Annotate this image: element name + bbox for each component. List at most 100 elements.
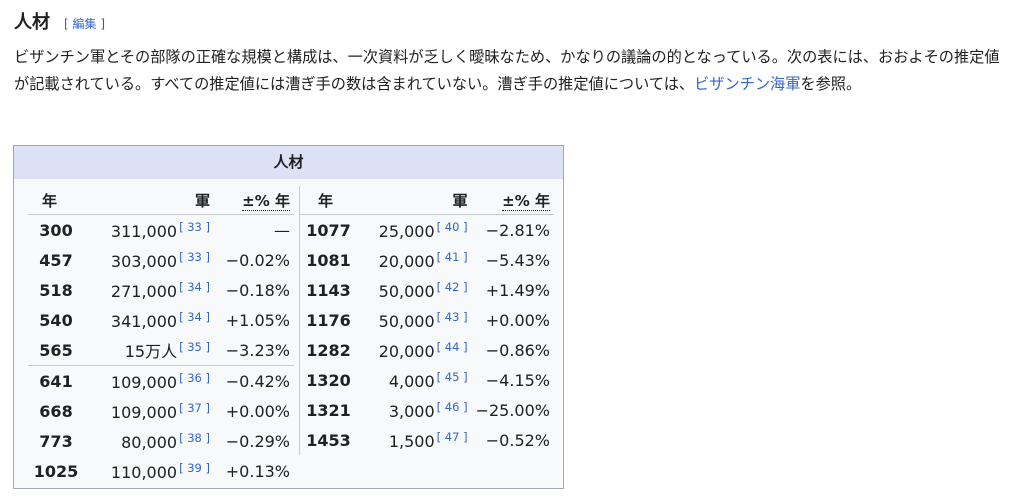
pct-cell: +1.05%	[225, 310, 290, 330]
year-header: 年	[300, 186, 358, 215]
army-value: 80,000	[121, 432, 178, 452]
army-value: 271,000	[110, 281, 178, 301]
reference-link[interactable]: [ 34 ]	[179, 310, 210, 324]
reference-link[interactable]: [ 44 ]	[437, 340, 468, 354]
right-table-body: 1077 25,000[ 40 ] −2.81% 1081 20,000[ 41 ] −5…	[300, 215, 554, 456]
army-value: 4,000	[388, 371, 435, 391]
army-value: 1,500	[388, 431, 435, 451]
edit-bracket-open: [	[64, 17, 69, 31]
pct-cell: −0.18%	[225, 280, 290, 300]
army-value: 311,000	[110, 221, 178, 241]
year-cell: 1321	[306, 400, 351, 420]
army-value: 109,000	[110, 402, 178, 422]
pct-header: ±% 年	[214, 186, 294, 215]
table-row: 1453 1,500[ 47 ] −0.52%	[300, 425, 554, 455]
section-title: 人材	[14, 12, 50, 33]
reference-link[interactable]: [ 38 ]	[179, 431, 210, 445]
year-cell: 565	[39, 340, 73, 360]
reference-link[interactable]: [ 39 ]	[179, 461, 210, 475]
army-cell: 303,000[ 33 ]	[84, 245, 214, 275]
army-value: 303,000	[110, 251, 178, 271]
reference-link[interactable]: [ 46 ]	[437, 400, 468, 414]
left-table-body: 300 311,000[ 33 ] —457 303,000[ 33 ] −0.02% 5…	[28, 215, 294, 487]
table-row: 1143 50,000[ 42 ] +1.49%	[300, 275, 554, 305]
year-header: 年	[28, 186, 84, 215]
pct-header: ±% 年	[471, 186, 554, 215]
intro-paragraph: ビザンチン軍とその部隊の正確な規模と構成は、一次資料が乏しく曖昧なため、かなりの…	[14, 44, 1014, 98]
edit-section: [ 編集 ]	[64, 15, 105, 32]
army-cell: 20,000[ 44 ]	[357, 335, 471, 365]
army-cell: 341,000[ 34 ]	[84, 305, 214, 335]
pct-cell: —	[274, 220, 290, 240]
table-header-row: 年 軍 ±% 年	[300, 186, 554, 215]
reference-link[interactable]: [ 34 ]	[179, 280, 210, 294]
year-cell: 1320	[306, 370, 351, 390]
army-value: 25,000	[378, 221, 435, 241]
army-cell: 311,000[ 33 ]	[84, 215, 214, 246]
army-cell: 3,000[ 46 ]	[357, 395, 471, 425]
reference-link[interactable]: [ 33 ]	[179, 220, 210, 234]
year-cell: 1453	[306, 430, 351, 450]
reference-link[interactable]: [ 43 ]	[437, 310, 468, 324]
edit-link[interactable]: 編集	[73, 17, 97, 31]
table-header-row: 年 軍 ±% 年	[28, 186, 294, 215]
reference-link[interactable]: [ 47 ]	[437, 430, 468, 444]
edit-bracket-close: ]	[100, 17, 106, 31]
year-cell: 300	[39, 220, 73, 240]
byzantine-navy-link[interactable]: ビザンチン海軍	[694, 75, 800, 93]
infobox-title: 人材	[14, 146, 563, 179]
army-value: 109,000	[110, 372, 178, 392]
army-value: 110,000	[110, 462, 178, 482]
table-row: 1081 20,000[ 41 ] −5.43%	[300, 245, 554, 275]
table-row: 518 271,000[ 34 ] −0.18%	[28, 275, 294, 305]
year-cell: 773	[39, 431, 73, 451]
year-cell: 1282	[306, 340, 351, 360]
year-cell: 1025	[33, 461, 79, 481]
army-header: 軍	[357, 186, 472, 215]
table-row: 668 109,000[ 37 ] +0.00%	[28, 396, 294, 426]
army-cell: 80,000[ 38 ]	[84, 426, 214, 456]
army-cell: 1,500[ 47 ]	[357, 425, 471, 455]
army-cell: 50,000[ 43 ]	[357, 305, 471, 335]
army-cell: 15万人[ 35 ]	[84, 335, 214, 366]
reference-link[interactable]: [ 36 ]	[179, 371, 210, 385]
year-cell: 1077	[306, 220, 351, 240]
reference-link[interactable]: [ 42 ]	[437, 280, 468, 294]
table-row: 1320 4,000[ 45 ] −4.15%	[300, 365, 554, 395]
army-cell: 109,000[ 36 ]	[84, 365, 214, 396]
table-row: 1176 50,000[ 43 ] +0.00%	[300, 305, 554, 335]
pct-cell: −3.23%	[225, 340, 290, 360]
pct-cell: +0.13%	[225, 461, 290, 481]
reference-link[interactable]: [ 35 ]	[179, 340, 210, 354]
army-cell: 271,000[ 34 ]	[84, 275, 214, 305]
pct-cell: +1.49%	[485, 280, 550, 300]
pct-cell: +0.00%	[485, 310, 550, 330]
year-cell: 641	[28, 365, 84, 396]
reference-link[interactable]: [ 45 ]	[437, 370, 468, 384]
reference-link[interactable]: [ 40 ]	[437, 220, 468, 234]
pct-cell: −0.86%	[485, 340, 550, 360]
reference-link[interactable]: [ 33 ]	[179, 250, 210, 264]
table-row: 1077 25,000[ 40 ] −2.81%	[300, 215, 554, 246]
army-cell: 50,000[ 42 ]	[357, 275, 471, 305]
army-value: 50,000	[378, 281, 435, 301]
right-column: 年 軍 ±% 年 1077 25,000[ 40 ] −2.81% 1081 20,00…	[299, 186, 554, 455]
reference-link[interactable]: [ 41 ]	[437, 250, 468, 264]
pct-cell: −0.42%	[214, 365, 294, 396]
pct-cell: −0.52%	[485, 430, 550, 450]
right-table: 年 軍 ±% 年 1077 25,000[ 40 ] −2.81% 1081 20,00…	[300, 186, 554, 455]
army-value: 20,000	[378, 341, 435, 361]
army-value: 20,000	[378, 251, 435, 271]
army-header: 軍	[84, 186, 214, 215]
pct-cell: −4.15%	[485, 370, 550, 390]
army-cell: 20,000[ 41 ]	[357, 245, 471, 275]
table-row: 641 109,000[ 36 ] −0.42%	[28, 365, 294, 396]
year-cell: 1143	[306, 280, 351, 300]
year-cell: 1081	[306, 250, 351, 270]
table-row: 540 341,000[ 34 ] +1.05%	[28, 305, 294, 335]
pct-cell: −5.43%	[485, 250, 550, 270]
pct-cell: −0.02%	[225, 250, 290, 270]
table-row: 773 80,000[ 38 ] −0.29%	[28, 426, 294, 456]
army-value: 341,000	[110, 311, 178, 331]
reference-link[interactable]: [ 37 ]	[179, 401, 210, 415]
